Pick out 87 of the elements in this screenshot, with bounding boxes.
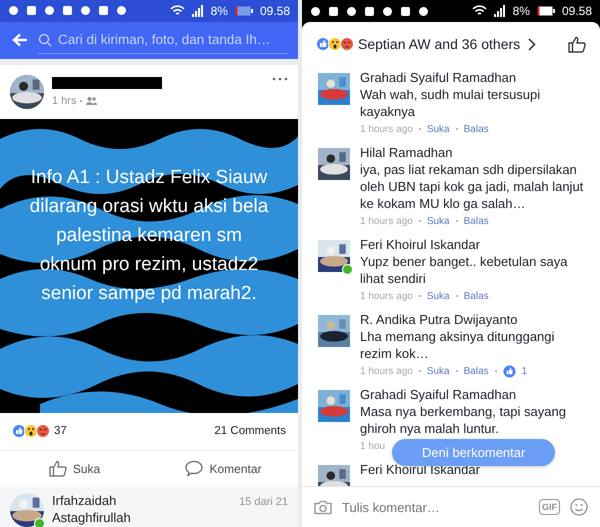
battery-percent: 8%	[210, 4, 228, 18]
comment-time: 1 hours ago	[360, 290, 413, 302]
clock: 09.58	[562, 4, 592, 18]
notification-icon	[382, 6, 393, 16]
reply-link[interactable]: Balas	[464, 290, 489, 302]
notification-icon	[26, 5, 37, 16]
notification-icon	[98, 5, 109, 16]
commenter-name[interactable]: R. Andika Putra Dwijayanto	[360, 312, 588, 328]
wifi-icon	[170, 4, 185, 17]
friends-icon	[86, 97, 98, 106]
battery-percent: 8%	[512, 4, 530, 18]
reaction-count[interactable]: 37	[54, 425, 67, 438]
wifi-icon	[472, 5, 487, 17]
separator-dot	[494, 370, 497, 372]
avatar[interactable]	[318, 148, 350, 180]
notification-icon	[400, 6, 411, 16]
comment-time: 1 hours ago	[360, 124, 413, 134]
comment-text: Astaghfirullah	[52, 510, 132, 525]
like-reaction-icon	[12, 424, 26, 438]
like-link[interactable]: Suka	[426, 366, 450, 376]
angry-reaction-icon	[340, 37, 354, 51]
avatar[interactable]	[10, 75, 44, 110]
like-link[interactable]: Suka	[426, 216, 450, 226]
separator-dot	[418, 220, 421, 222]
notification-icon	[418, 6, 429, 16]
separator-dot	[418, 370, 421, 372]
comment-text: Wah wah, sudh mulai tersusupi kayaknya	[360, 86, 542, 120]
separator-dot	[456, 220, 458, 222]
notification-icon	[44, 5, 55, 16]
wow-reaction-icon	[24, 424, 38, 438]
comment-time: 1 hours ago	[360, 366, 413, 376]
avatar[interactable]	[318, 315, 350, 347]
commenter-name[interactable]: Feri Khoirul Iskandar	[360, 237, 588, 253]
notification-icon	[8, 5, 19, 16]
clock: 09.58	[260, 4, 290, 18]
notification-icon	[116, 5, 127, 16]
separator-dot	[418, 295, 421, 297]
avatar[interactable]	[318, 240, 350, 272]
chevron-right-icon[interactable]	[528, 38, 536, 50]
commenter-name[interactable]: Irfahzaidah	[52, 492, 116, 508]
separator-dot	[456, 295, 458, 297]
commenter-name[interactable]: Grahadi Syaiful Ramadhan	[360, 387, 588, 403]
separator-dot	[456, 128, 458, 130]
notification-icon	[328, 6, 339, 16]
separator-dot	[418, 128, 421, 130]
search-icon	[38, 32, 52, 47]
notification-icon	[310, 6, 321, 16]
reply-link[interactable]: Balas	[464, 366, 489, 376]
like-link[interactable]: Suka	[426, 124, 450, 134]
commenter-name[interactable]: Hilal Ramadhan	[360, 145, 588, 161]
reply-link[interactable]: Balas	[464, 216, 489, 226]
wow-reaction-icon	[328, 37, 342, 51]
notification-icon	[62, 5, 73, 16]
reply-link[interactable]: Balas	[464, 124, 489, 134]
battery-icon	[536, 6, 555, 16]
like-link[interactable]: Suka	[426, 290, 450, 302]
like-reaction-icon	[502, 364, 516, 378]
comment-text: Lha memang aksinya ditunggangi rezim kok…	[360, 328, 556, 362]
commenter-name[interactable]: Grahadi Syaiful Ramadhan	[360, 70, 588, 86]
battery-icon	[234, 6, 253, 16]
like-count: 1	[522, 366, 528, 376]
signal-icon	[494, 5, 506, 17]
reactions-summary[interactable]: Septian AW and 36 others	[358, 36, 520, 52]
back-arrow-icon[interactable]	[12, 33, 28, 48]
thumbs-up-icon[interactable]	[568, 36, 586, 52]
comment-time: 1 hou	[360, 440, 386, 452]
more-options-icon[interactable]	[272, 77, 288, 82]
post-time: 1 hrs	[52, 95, 76, 108]
angry-reaction-icon	[36, 424, 50, 438]
separator-dot	[456, 370, 458, 372]
comment-position: 15 dari 21	[239, 496, 288, 508]
signal-icon	[192, 4, 204, 17]
comment-text: iya, pas liat rekaman sdh dipersilakan oleh UBN tapi kok ga jadi, malah lanjut ke kokam MU klo ga salah…	[360, 161, 584, 212]
like-reaction-icon	[316, 37, 330, 51]
comment-time: 1 hours ago	[360, 216, 413, 226]
comment-count[interactable]: 21 Comments	[214, 425, 286, 438]
avatar[interactable]	[10, 492, 44, 527]
comment-text: Yupz bener banget.. kebetulan saya lihat sendiri	[360, 253, 568, 287]
emoji-icon[interactable]	[570, 498, 588, 516]
notification-icon	[346, 6, 357, 16]
thumbs-up-icon	[48, 460, 67, 478]
notification-icon	[80, 5, 91, 16]
notification-icon	[364, 6, 375, 16]
separator-dot	[80, 100, 82, 102]
speech-bubble-icon	[185, 460, 204, 478]
camera-icon[interactable]	[314, 500, 332, 514]
comment-text: Masa nya berkembang, tapi sayang ghiroh nya malah luntur.	[360, 403, 567, 437]
